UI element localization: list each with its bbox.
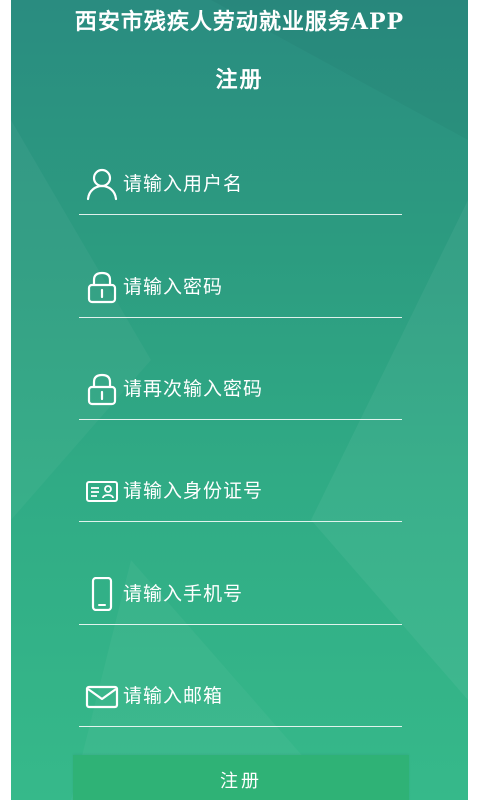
- email-field: [79, 667, 402, 727]
- id-number-input[interactable]: [123, 476, 393, 506]
- confirm-password-input[interactable]: [123, 374, 393, 404]
- password-field: [79, 258, 402, 318]
- app-title: 西安市残疾人劳动就业服务APP: [74, 9, 405, 35]
- username-field: [79, 155, 402, 215]
- phone-input[interactable]: [123, 579, 393, 609]
- register-button[interactable]: 注册: [73, 755, 409, 800]
- confirm-password-field: [79, 360, 402, 420]
- password-input[interactable]: [123, 272, 393, 302]
- lock-icon: [87, 373, 117, 406]
- username-input[interactable]: [123, 169, 393, 199]
- register-screen: 西安市残疾人劳动就业服务APP 注册 请输入用户名 请输入身份证号 请输入手机号…: [11, 0, 468, 800]
- phone-field: [79, 565, 402, 625]
- lock-icon: [87, 271, 117, 304]
- phone-icon: [91, 577, 113, 611]
- user-icon: [86, 168, 118, 201]
- page-title: 注册: [215, 67, 264, 93]
- email-input[interactable]: [123, 681, 393, 711]
- id-card-icon: [86, 481, 118, 502]
- mail-icon: [85, 685, 119, 709]
- id-number-field: [79, 462, 402, 522]
